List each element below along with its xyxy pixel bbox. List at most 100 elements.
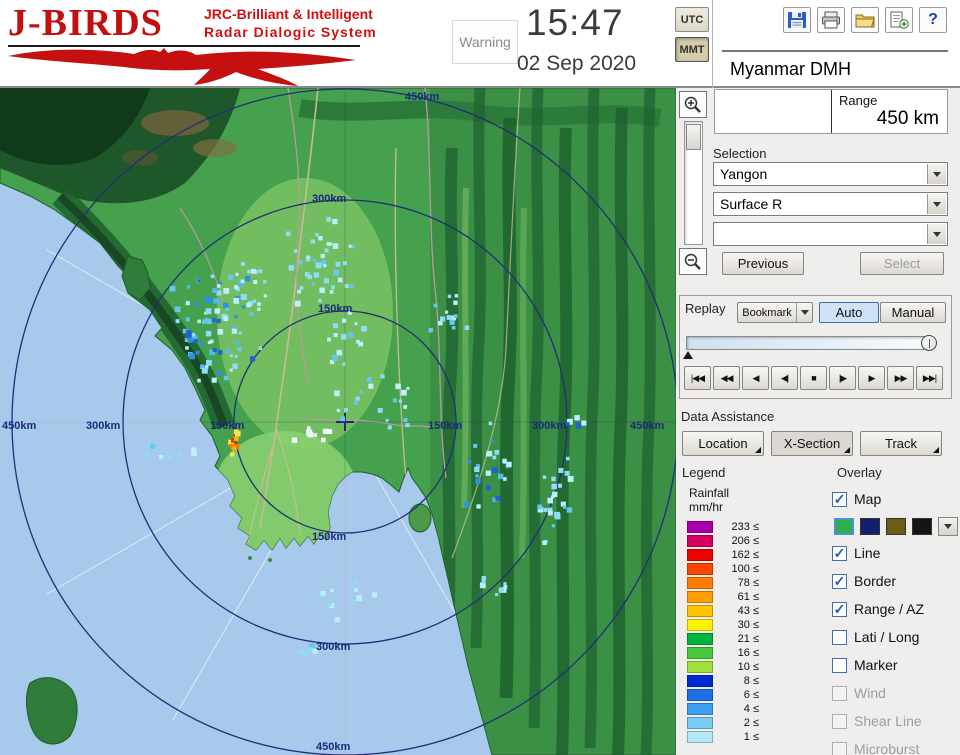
chevron-down-icon[interactable]: [927, 164, 946, 184]
overlay-options: ✓ Map ✓ Line ✓ Border ✓ Range / AZ Lati / Long Ma…: [832, 488, 958, 755]
legend-row: 2 ≤: [687, 716, 759, 730]
range-ring-label: 450km: [630, 420, 664, 432]
range-value: 450 km: [876, 108, 939, 129]
clock-time: 15:47: [526, 2, 624, 43]
playback-button[interactable]: ■: [800, 366, 827, 390]
playback-controls: |◀◀ ◀◀ ◀ ◀| ■ |▶ ▶ ▶▶ ▶▶|: [684, 366, 945, 390]
map-color-swatches: [834, 516, 958, 536]
export-button[interactable]: [885, 7, 913, 33]
checkbox[interactable]: ✓: [832, 545, 847, 561]
playback-button[interactable]: ◀|: [771, 366, 798, 390]
checkbox: [832, 741, 847, 755]
map-swatch[interactable]: [860, 517, 880, 535]
zoom-in-button[interactable]: [679, 91, 707, 118]
legend-title-2: mm/hr: [689, 500, 723, 514]
range-ring-label: 300km: [312, 193, 346, 205]
data-assistance-label: Data Assistance: [681, 409, 775, 424]
previous-button[interactable]: Previous: [722, 252, 804, 275]
checkbox[interactable]: ✓: [832, 491, 847, 507]
playback-button[interactable]: ◀: [742, 366, 769, 390]
open-folder-button[interactable]: [851, 7, 879, 33]
playback-button[interactable]: |◀◀: [684, 366, 711, 390]
help-icon: ?: [928, 11, 938, 28]
legend-value: 16 ≤: [737, 647, 759, 659]
zoom-out-button[interactable]: [679, 248, 707, 275]
overlay-item-microburst: Microburst: [832, 738, 958, 755]
checkbox[interactable]: [832, 657, 847, 673]
assist-location-button[interactable]: Location: [682, 431, 764, 456]
overlay-item-shear-line: Shear Line: [832, 710, 958, 732]
map-swatch[interactable]: [912, 517, 932, 535]
legend-value: 162 ≤: [731, 549, 759, 561]
utc-button[interactable]: UTC: [675, 7, 709, 32]
site-dropdown[interactable]: Yangon: [713, 162, 948, 186]
overlay-item-border: ✓ Border: [832, 570, 958, 592]
product-dropdown[interactable]: Surface R: [713, 192, 948, 216]
manual-mode-button[interactable]: Manual: [880, 302, 946, 323]
radar-map[interactable]: 450km 300km 150km 150km 300km 450km 450k…: [0, 77, 690, 755]
help-button[interactable]: ?: [919, 7, 947, 33]
overlay-item-label: Marker: [854, 657, 898, 673]
legend-color-bar: [687, 619, 713, 631]
legend-color-bar: [687, 717, 713, 729]
checkbox[interactable]: ✓: [832, 573, 847, 589]
replay-timeline-track[interactable]: [686, 336, 932, 350]
selection-label: Selection: [713, 146, 767, 161]
warning-indicator[interactable]: Warning: [452, 20, 518, 64]
legend-value: 21 ≤: [737, 633, 759, 645]
mmt-button[interactable]: MMT: [675, 37, 709, 62]
legend-color-bar: [687, 605, 713, 617]
eagle-logo-icon: [8, 48, 356, 86]
legend-value: 30 ≤: [737, 619, 759, 631]
chevron-down-icon[interactable]: [796, 303, 812, 322]
print-button[interactable]: [817, 7, 845, 33]
range-ring-label: 450km: [316, 741, 350, 753]
legend-color-bar: [687, 689, 713, 701]
playback-button[interactable]: ▶▶|: [916, 366, 943, 390]
playback-button[interactable]: ▶: [858, 366, 885, 390]
extra-dropdown[interactable]: [713, 222, 948, 246]
assist-track-button[interactable]: Track: [860, 431, 942, 456]
legend-row: 78 ≤: [687, 576, 759, 590]
playback-button[interactable]: |▶: [829, 366, 856, 390]
checkbox[interactable]: [832, 629, 847, 645]
legend-color-bar: [687, 535, 713, 547]
checkbox[interactable]: ✓: [832, 601, 847, 617]
zoom-slider-thumb[interactable]: [686, 124, 701, 150]
replay-timeline-thumb[interactable]: [921, 335, 937, 351]
overlay-item-label: Wind: [854, 685, 886, 701]
swatch-dropdown-button[interactable]: [938, 516, 958, 536]
overlay-label: Overlay: [837, 465, 882, 480]
legend-value: 4 ≤: [743, 703, 759, 715]
legend-row: 8 ≤: [687, 674, 759, 688]
range-ring-label: 300km: [316, 641, 350, 653]
legend-value: 43 ≤: [737, 605, 759, 617]
select-button[interactable]: Select: [860, 252, 944, 275]
map-swatch[interactable]: [886, 517, 906, 535]
legend-row: 162 ≤: [687, 548, 759, 562]
chevron-down-icon[interactable]: [927, 224, 946, 244]
legend-color-bar: [687, 731, 713, 743]
legend-row: 233 ≤: [687, 520, 759, 534]
assist-x-section-button[interactable]: X-Section: [771, 431, 853, 456]
bookmark-button[interactable]: Bookmark: [737, 302, 813, 323]
header-bar: J-BIRDS JRC-Brilliant & Intelligent Rada…: [0, 0, 960, 88]
zoom-slider-track[interactable]: [684, 121, 703, 245]
legend-color-bar: [687, 633, 713, 645]
save-button[interactable]: [783, 7, 811, 33]
chevron-down-icon[interactable]: [927, 194, 946, 214]
auto-mode-button[interactable]: Auto: [819, 302, 879, 323]
legend-row: 4 ≤: [687, 702, 759, 716]
playback-button[interactable]: ◀◀: [713, 366, 740, 390]
save-icon: [788, 12, 806, 28]
overlay-item-map: ✓ Map: [832, 488, 958, 510]
open-folder-icon: [855, 14, 875, 28]
playback-button[interactable]: ▶▶: [887, 366, 914, 390]
jbirds-application: J-BIRDS JRC-Brilliant & Intelligent Rada…: [0, 0, 960, 755]
magnifier-plus-icon: [684, 96, 701, 113]
map-swatch[interactable]: [834, 517, 854, 535]
legend-color-bar: [687, 647, 713, 659]
legend-value: 78 ≤: [737, 577, 759, 589]
overlay-item-wind: Wind: [832, 682, 958, 704]
legend-scale: 233 ≤ 206 ≤ 162 ≤ 100 ≤ 78 ≤ 61 ≤ 43 ≤ 30 ≤ 21 ≤…: [687, 520, 759, 744]
